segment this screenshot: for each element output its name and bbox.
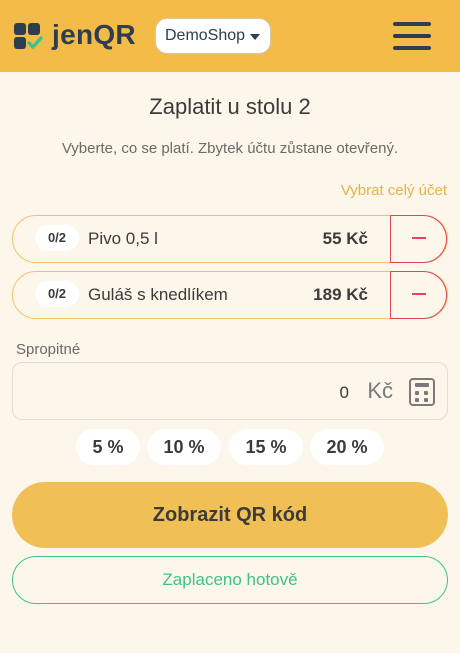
page-title: Zaplatit u stolu 2	[149, 94, 311, 119]
decrease-quantity-button[interactable]	[390, 215, 447, 263]
tip-preset-15[interactable]: 15 %	[229, 429, 303, 465]
tip-currency: Kč	[367, 378, 393, 403]
item-quantity-badge: 0/2	[35, 281, 79, 307]
item-price: 189 Kč	[313, 285, 368, 304]
jenqr-logo-icon	[14, 21, 43, 49]
item-name: Guláš s knedlíkem	[88, 285, 228, 304]
tip-preset-20[interactable]: 20 %	[310, 429, 384, 465]
shop-dropdown-label: DemoShop	[165, 27, 246, 44]
top-navbar: jenQR DemoShop	[0, 0, 460, 72]
bill-item-row[interactable]: 0/2 Guláš s knedlíkem 189 Kč	[12, 271, 448, 319]
tip-preset-5[interactable]: 5 %	[76, 429, 140, 465]
item-price: 55 Kč	[322, 229, 368, 248]
bill-item-row[interactable]: 0/2 Pivo 0,5 l 55 Kč	[12, 215, 448, 263]
brand-name: jenQR	[52, 19, 136, 50]
item-name: Pivo 0,5 l	[88, 229, 158, 248]
minus-icon	[411, 293, 426, 295]
page-subtitle: Vyberte, co se platí. Zbytek účtu zůstan…	[61, 140, 399, 157]
show-qr-button[interactable]: Zobrazit QR kód	[12, 482, 448, 548]
hamburger-menu-icon[interactable]	[393, 22, 431, 50]
brand-logo[interactable]: jenQR	[14, 20, 136, 50]
paid-cash-button[interactable]: Zaplaceno hotově	[12, 556, 448, 604]
shop-dropdown[interactable]: DemoShop	[155, 18, 271, 54]
tip-field: Kč	[12, 362, 448, 420]
chevron-down-icon	[250, 34, 260, 40]
select-whole-bill-link[interactable]: Vybrat celý účet	[341, 182, 447, 199]
tip-amount-input[interactable]	[149, 383, 349, 403]
minus-icon	[411, 237, 426, 239]
decrease-quantity-button[interactable]	[390, 271, 447, 319]
calculator-icon[interactable]	[409, 378, 435, 406]
tip-preset-10[interactable]: 10 %	[147, 429, 221, 465]
tip-label: Spropitné	[16, 341, 81, 358]
item-quantity-badge: 0/2	[35, 225, 79, 251]
